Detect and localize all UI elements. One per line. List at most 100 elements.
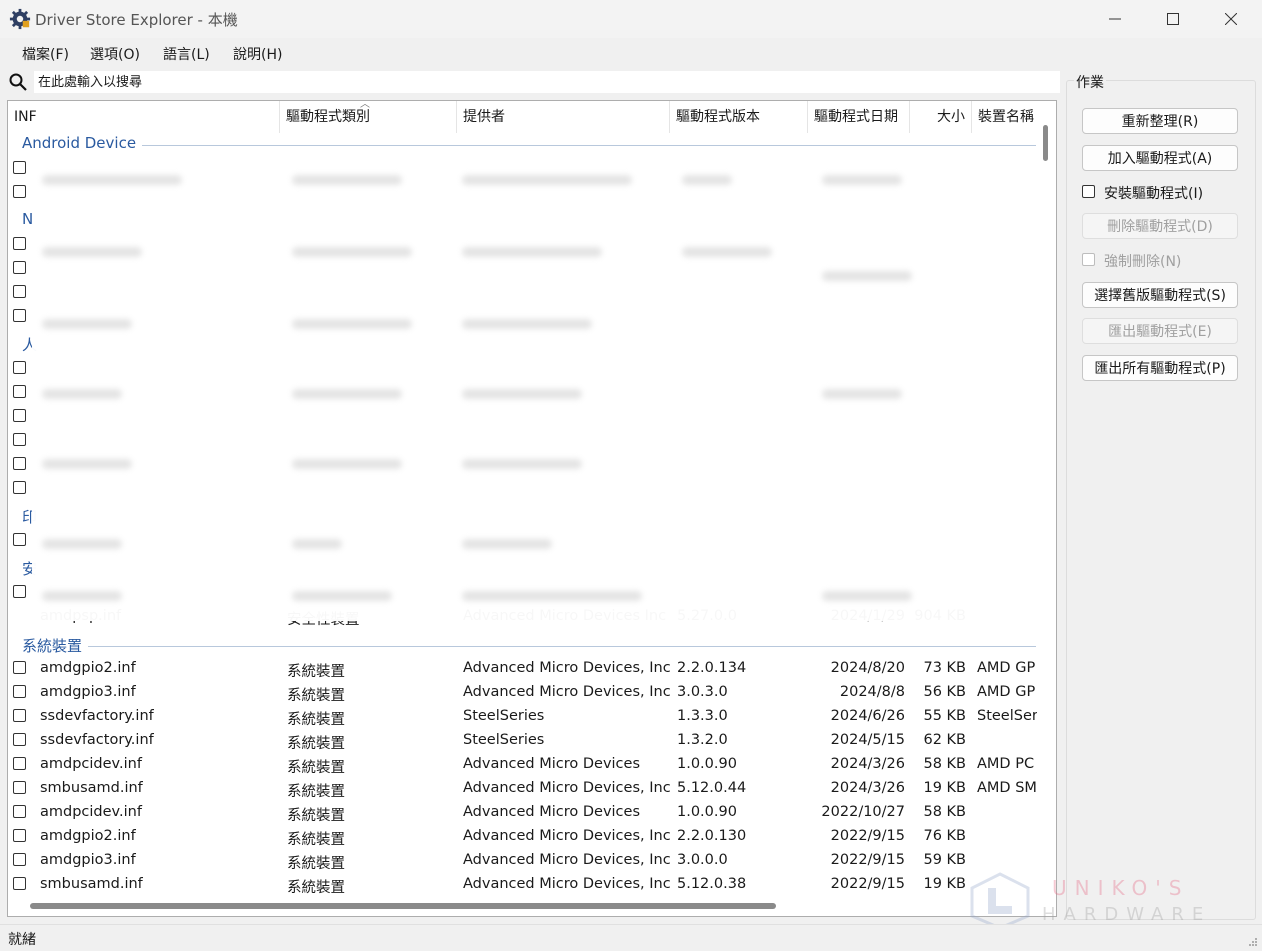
row-checkbox[interactable] bbox=[13, 309, 26, 322]
vertical-scroll-thumb[interactable] bbox=[1043, 125, 1048, 161]
row-checkbox[interactable] bbox=[13, 409, 26, 422]
cell-provider: Advanced Micro Devices, Inc bbox=[463, 876, 671, 892]
cell-date: 2024/5/15 bbox=[830, 732, 905, 748]
table-row[interactable]: amdgpio3.inf 系統裝置 Advanced Micro Devices, … bbox=[8, 849, 1036, 873]
menu-help[interactable]: 說明(H) bbox=[233, 44, 282, 64]
status-text: 就緒 bbox=[8, 932, 36, 948]
menu-options[interactable]: 選項(O) bbox=[90, 44, 140, 64]
driver-list[interactable]: INF 驅動程式類別 ︿ 提供者 驅動程式版本 驅動程式日期 大小 裝置名稱 A… bbox=[7, 100, 1057, 917]
cell-inf: amdgpio2.inf bbox=[40, 660, 136, 676]
row-checkbox[interactable] bbox=[13, 829, 26, 842]
minimize-button[interactable] bbox=[1086, 0, 1144, 38]
menu-language[interactable]: 語言(L) bbox=[163, 44, 210, 64]
export-all-drivers-button[interactable]: 匯出所有驅動程式(P) bbox=[1082, 355, 1238, 381]
cell-class: 系統裝置 bbox=[287, 832, 345, 848]
row-checkbox[interactable] bbox=[13, 457, 26, 470]
cell-provider: Advanced Micro Devices, Inc. bbox=[463, 684, 671, 700]
install-driver-checkbox[interactable] bbox=[1082, 185, 1095, 198]
table-row[interactable]: smbusamd.inf 系統裝置 Advanced Micro Devices, … bbox=[8, 873, 1036, 897]
column-version[interactable]: 驅動程式版本 bbox=[670, 101, 808, 133]
close-button[interactable] bbox=[1202, 0, 1260, 38]
row-checkbox[interactable] bbox=[13, 285, 26, 298]
cell-date: 2022/9/15 bbox=[830, 852, 905, 868]
row-checkbox[interactable] bbox=[13, 533, 26, 546]
cell-size: 58 KB bbox=[923, 756, 966, 772]
row-checkbox[interactable] bbox=[13, 481, 26, 494]
cell-date: 2024/6/26 bbox=[830, 708, 905, 724]
cell-inf: amdpcidev.inf bbox=[40, 804, 142, 820]
sort-ascending-icon: ︿ bbox=[360, 101, 370, 110]
row-checkbox[interactable] bbox=[13, 853, 26, 866]
cell-size: 55 KB bbox=[923, 708, 966, 724]
table-row[interactable]: amdpcidev.inf 系統裝置 Advanced Micro Devices 1… bbox=[8, 801, 1036, 825]
cell-provider: Advanced Micro Devices bbox=[463, 756, 641, 772]
row-checkbox[interactable] bbox=[13, 161, 26, 174]
cell-date: 2022/10/27 bbox=[821, 804, 905, 820]
row-checkbox[interactable] bbox=[13, 261, 26, 274]
refresh-button[interactable]: 重新整理(R) bbox=[1082, 108, 1238, 134]
group-title: 系統裝置 bbox=[22, 635, 89, 656]
cell-provider: Advanced Micro Devices, Inc. bbox=[463, 852, 671, 868]
row-checkbox[interactable] bbox=[13, 709, 26, 722]
cell-provider: Advanced Micro Devices, Inc bbox=[463, 660, 671, 676]
horizontal-scroll-thumb[interactable] bbox=[30, 903, 776, 909]
column-size[interactable]: 大小 bbox=[910, 101, 972, 133]
row-checkbox[interactable] bbox=[13, 757, 26, 770]
row-checkbox[interactable] bbox=[13, 385, 26, 398]
cell-class: 系統裝置 bbox=[287, 808, 345, 824]
group-header-android[interactable]: Android Device bbox=[8, 132, 1036, 156]
cell-class: 系統裝置 bbox=[287, 736, 345, 752]
cell-device: AMD GP bbox=[977, 684, 1036, 700]
column-class[interactable]: 驅動程式類別 ︿ bbox=[280, 101, 457, 133]
vertical-scrollbar[interactable] bbox=[1042, 123, 1052, 893]
column-date[interactable]: 驅動程式日期 bbox=[808, 101, 910, 133]
row-checkbox[interactable] bbox=[13, 805, 26, 818]
column-provider[interactable]: 提供者 bbox=[457, 101, 670, 133]
cell-version: 3.0.3.0 bbox=[677, 684, 728, 700]
table-row[interactable]: smbusamd.inf 系統裝置 Advanced Micro Devices, … bbox=[8, 777, 1037, 801]
cell-size: 59 KB bbox=[923, 852, 966, 868]
table-row[interactable]: amdgpio3.inf 系統裝置 Advanced Micro Devices, … bbox=[8, 681, 1036, 705]
delete-driver-button[interactable]: 刪除驅動程式(D) bbox=[1082, 213, 1238, 239]
resize-grip-icon[interactable] bbox=[1248, 937, 1258, 947]
table-row[interactable]: ssdevfactory.inf 系統裝置 SteelSeries 1.3.2.0 20… bbox=[8, 729, 1036, 753]
table-row[interactable]: amdgpio2.inf 系統裝置 Advanced Micro Devices, … bbox=[8, 657, 1036, 681]
cell-class: 系統裝置 bbox=[287, 664, 345, 680]
row-checkbox[interactable] bbox=[13, 733, 26, 746]
row-checkbox[interactable] bbox=[13, 585, 26, 598]
cell-inf: amdgpio2.inf bbox=[40, 828, 136, 844]
cell-size: 58 KB bbox=[923, 804, 966, 820]
watermark-text-bottom: HARDWARE bbox=[1042, 904, 1212, 925]
cell-class: 系統裝置 bbox=[287, 784, 345, 800]
menu-bar: 檔案(F) 選項(O) 語言(L) 說明(H) bbox=[0, 38, 1262, 68]
privacy-blur bbox=[32, 159, 1048, 621]
row-checkbox[interactable] bbox=[13, 661, 26, 674]
add-driver-button[interactable]: 加入驅動程式(A) bbox=[1082, 145, 1238, 171]
cell-class: 系統裝置 bbox=[287, 856, 345, 872]
cell-inf: amdgpio3.inf bbox=[40, 852, 136, 868]
table-row[interactable]: ssdevfactory.inf 系統裝置 SteelSeries 1.3.3.0 20… bbox=[8, 705, 1037, 729]
row-checkbox[interactable] bbox=[13, 361, 26, 374]
group-header-system[interactable]: 系統裝置 bbox=[8, 633, 1036, 657]
maximize-button[interactable] bbox=[1144, 0, 1202, 38]
cell-inf: amdpcidev.inf bbox=[40, 756, 142, 772]
column-inf[interactable]: INF bbox=[8, 101, 280, 133]
search-input[interactable] bbox=[34, 71, 1060, 93]
group-divider bbox=[22, 145, 1036, 146]
table-row[interactable]: amdpcidev.inf 系統裝置 Advanced Micro Devices 1… bbox=[8, 753, 1036, 777]
title-bar: Driver Store Explorer - 本機 bbox=[0, 0, 1262, 38]
force-delete-checkbox[interactable] bbox=[1082, 253, 1095, 266]
export-driver-button[interactable]: 匯出驅動程式(E) bbox=[1082, 318, 1238, 344]
window-title: Driver Store Explorer - 本機 bbox=[35, 11, 238, 29]
row-checkbox[interactable] bbox=[13, 781, 26, 794]
force-delete-label: 強制刪除(N) bbox=[1104, 254, 1182, 270]
row-checkbox[interactable] bbox=[13, 433, 26, 446]
menu-file[interactable]: 檔案(F) bbox=[22, 44, 69, 64]
row-checkbox[interactable] bbox=[13, 877, 26, 890]
select-old-drivers-button[interactable]: 選擇舊版驅動程式(S) bbox=[1082, 282, 1238, 308]
column-device[interactable]: 裝置名稱 bbox=[972, 101, 1042, 133]
row-checkbox[interactable] bbox=[13, 685, 26, 698]
row-checkbox[interactable] bbox=[13, 237, 26, 250]
table-row[interactable]: amdgpio2.inf 系統裝置 Advanced Micro Devices, … bbox=[8, 825, 1036, 849]
row-checkbox[interactable] bbox=[13, 185, 26, 198]
